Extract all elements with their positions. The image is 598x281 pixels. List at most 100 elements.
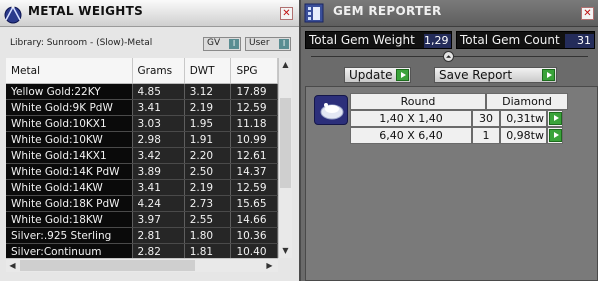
close-icon[interactable]: ✕ <box>280 7 293 20</box>
spg-cell: 12.61 <box>230 147 278 164</box>
gem-size-cell: 1,40 X 1,40 <box>350 110 472 127</box>
gem-row-action[interactable] <box>547 127 563 144</box>
metal-cell: White Gold:9K PdW <box>6 99 133 116</box>
gem-row-action[interactable] <box>547 110 563 127</box>
total-gem-weight-value: 1,29 <box>424 34 451 48</box>
horizontal-scrollbar[interactable]: ◀ ▶ <box>6 258 278 272</box>
metal-cell: Silver:Continuum <box>6 243 133 258</box>
gem-quantity-cell: 30 <box>472 110 500 127</box>
gv-toggle-label: GV <box>207 38 221 48</box>
gem-size-cell: 6,40 X 6,40 <box>350 127 472 144</box>
table-row[interactable]: White Gold:10KX1 3.03 1.95 11.18 <box>6 115 278 132</box>
grams-cell: 4.24 <box>132 195 185 212</box>
gem-weight-cell: 0,98tw <box>500 127 547 144</box>
dwt-cell: 3.12 <box>184 83 232 100</box>
table-row[interactable]: Silver:.925 Sterling 2.81 1.80 10.36 <box>6 227 278 244</box>
gv-toggle[interactable]: GV I <box>203 37 241 51</box>
grams-cell: 3.97 <box>132 211 185 228</box>
dwt-cell: 2.19 <box>184 99 232 116</box>
grams-cell: 2.82 <box>132 243 185 258</box>
metal-cell: White Gold:10KW <box>6 131 133 148</box>
dwt-cell: 1.81 <box>184 243 232 258</box>
grams-cell: 3.42 <box>132 147 185 164</box>
table-row[interactable]: White Gold:10KW 2.98 1.91 10.99 <box>6 131 278 148</box>
grams-cell: 2.98 <box>132 131 185 148</box>
scroll-down-icon[interactable]: ▼ <box>279 244 292 257</box>
table-row[interactable]: White Gold:14KW 3.41 2.19 12.59 <box>6 179 278 196</box>
scroll-left-icon[interactable]: ◀ <box>6 259 19 272</box>
gem-reporter-header: GEM REPORTER ✕ <box>301 0 598 27</box>
metal-cell: White Gold:14K PdW <box>6 163 133 180</box>
table-row[interactable]: White Gold:18K PdW 4.24 2.73 15.65 <box>6 195 278 212</box>
play-arrow-icon <box>542 69 555 81</box>
column-header-dwt[interactable]: DWT <box>184 58 232 84</box>
dwt-cell: 2.20 <box>184 147 232 164</box>
table-row[interactable]: White Gold:14KX1 3.42 2.20 12.61 <box>6 147 278 164</box>
table-row[interactable]: White Gold:14K PdW 3.89 2.50 14.37 <box>6 163 278 180</box>
spg-cell: 10.99 <box>230 131 278 148</box>
gem-reporter-title: GEM REPORTER <box>333 4 442 18</box>
metal-weights-header: METAL WEIGHTS ✕ <box>0 0 299 27</box>
play-arrow-icon <box>396 69 409 81</box>
collapse-icon[interactable]: ⏶ <box>443 51 454 62</box>
column-header-metal[interactable]: Metal <box>6 58 133 84</box>
update-button[interactable]: Update <box>344 67 411 83</box>
total-gem-count: Total Gem Count 31 <box>456 31 595 49</box>
total-gem-weight: Total Gem Weight 1,29 <box>305 31 452 49</box>
spg-cell: 14.37 <box>230 163 278 180</box>
horizontal-scroll-thumb[interactable] <box>20 260 195 271</box>
dwt-cell: 1.95 <box>184 115 232 132</box>
table-row[interactable]: Silver:Continuum 2.82 1.81 10.40 <box>6 243 278 258</box>
play-arrow-icon[interactable] <box>549 129 562 142</box>
metal-weights-title: METAL WEIGHTS <box>28 4 144 18</box>
metal-weights-icon <box>2 2 24 24</box>
save-report-button-label: Save Report <box>439 68 513 82</box>
grams-cell: 3.41 <box>132 179 185 196</box>
dwt-cell: 1.80 <box>184 227 232 244</box>
grams-cell: 2.81 <box>132 227 185 244</box>
table-row[interactable]: Yellow Gold:22KY 4.85 3.12 17.89 <box>6 83 278 100</box>
grams-cell: 3.03 <box>132 115 185 132</box>
vertical-scrollbar[interactable]: ▲ ▼ <box>278 58 292 258</box>
total-gem-weight-label: Total Gem Weight <box>309 33 415 47</box>
user-toggle[interactable]: User I <box>245 37 291 51</box>
update-button-label: Update <box>349 68 393 82</box>
metal-cell: White Gold:14KW <box>6 179 133 196</box>
user-toggle-label: User <box>249 38 270 48</box>
metal-cell: White Gold:18K PdW <box>6 195 133 212</box>
gem-thumbnail-icon[interactable] <box>314 95 348 125</box>
total-gem-count-label: Total Gem Count <box>460 33 560 47</box>
metal-cell: White Gold:14KX1 <box>6 147 133 164</box>
toggle-switch-icon[interactable]: I <box>279 39 289 49</box>
vertical-scroll-thumb[interactable] <box>280 98 291 188</box>
gem-reporter-icon <box>303 2 325 24</box>
scroll-right-icon[interactable]: ▶ <box>263 259 276 272</box>
table-row[interactable]: White Gold:9K PdW 3.41 2.19 12.59 <box>6 99 278 116</box>
table-row[interactable]: White Gold:18KW 3.97 2.55 14.66 <box>6 211 278 228</box>
spg-cell: 10.36 <box>230 227 278 244</box>
spg-cell: 17.89 <box>230 83 278 100</box>
dwt-cell: 2.73 <box>184 195 232 212</box>
toggle-switch-icon[interactable]: I <box>229 39 239 49</box>
dwt-cell: 2.50 <box>184 163 232 180</box>
save-report-button[interactable]: Save Report <box>434 67 557 83</box>
spg-cell: 10.40 <box>230 243 278 258</box>
spg-cell: 12.59 <box>230 99 278 116</box>
dwt-cell: 1.91 <box>184 131 232 148</box>
close-icon[interactable]: ✕ <box>581 7 594 20</box>
grams-cell: 4.85 <box>132 83 185 100</box>
scroll-up-icon[interactable]: ▲ <box>279 58 292 71</box>
gem-weight-cell: 0,31tw <box>500 110 547 127</box>
gem-shape-header: Round <box>350 93 486 110</box>
library-label: Library: Sunroom - (Slow)-Metal <box>10 38 153 48</box>
play-arrow-icon[interactable] <box>549 112 562 125</box>
metal-weights-panel: METAL WEIGHTS ✕ Library: Sunroom - (Slow… <box>0 0 299 281</box>
metal-cell: Silver:.925 Sterling <box>6 227 133 244</box>
spg-cell: 15.65 <box>230 195 278 212</box>
spg-cell: 12.59 <box>230 179 278 196</box>
spg-cell: 14.66 <box>230 211 278 228</box>
gem-type-header: Diamond <box>486 93 568 110</box>
column-header-grams[interactable]: Grams <box>132 58 185 84</box>
column-header-spg[interactable]: SPG <box>230 58 278 84</box>
metal-cell: White Gold:18KW <box>6 211 133 228</box>
